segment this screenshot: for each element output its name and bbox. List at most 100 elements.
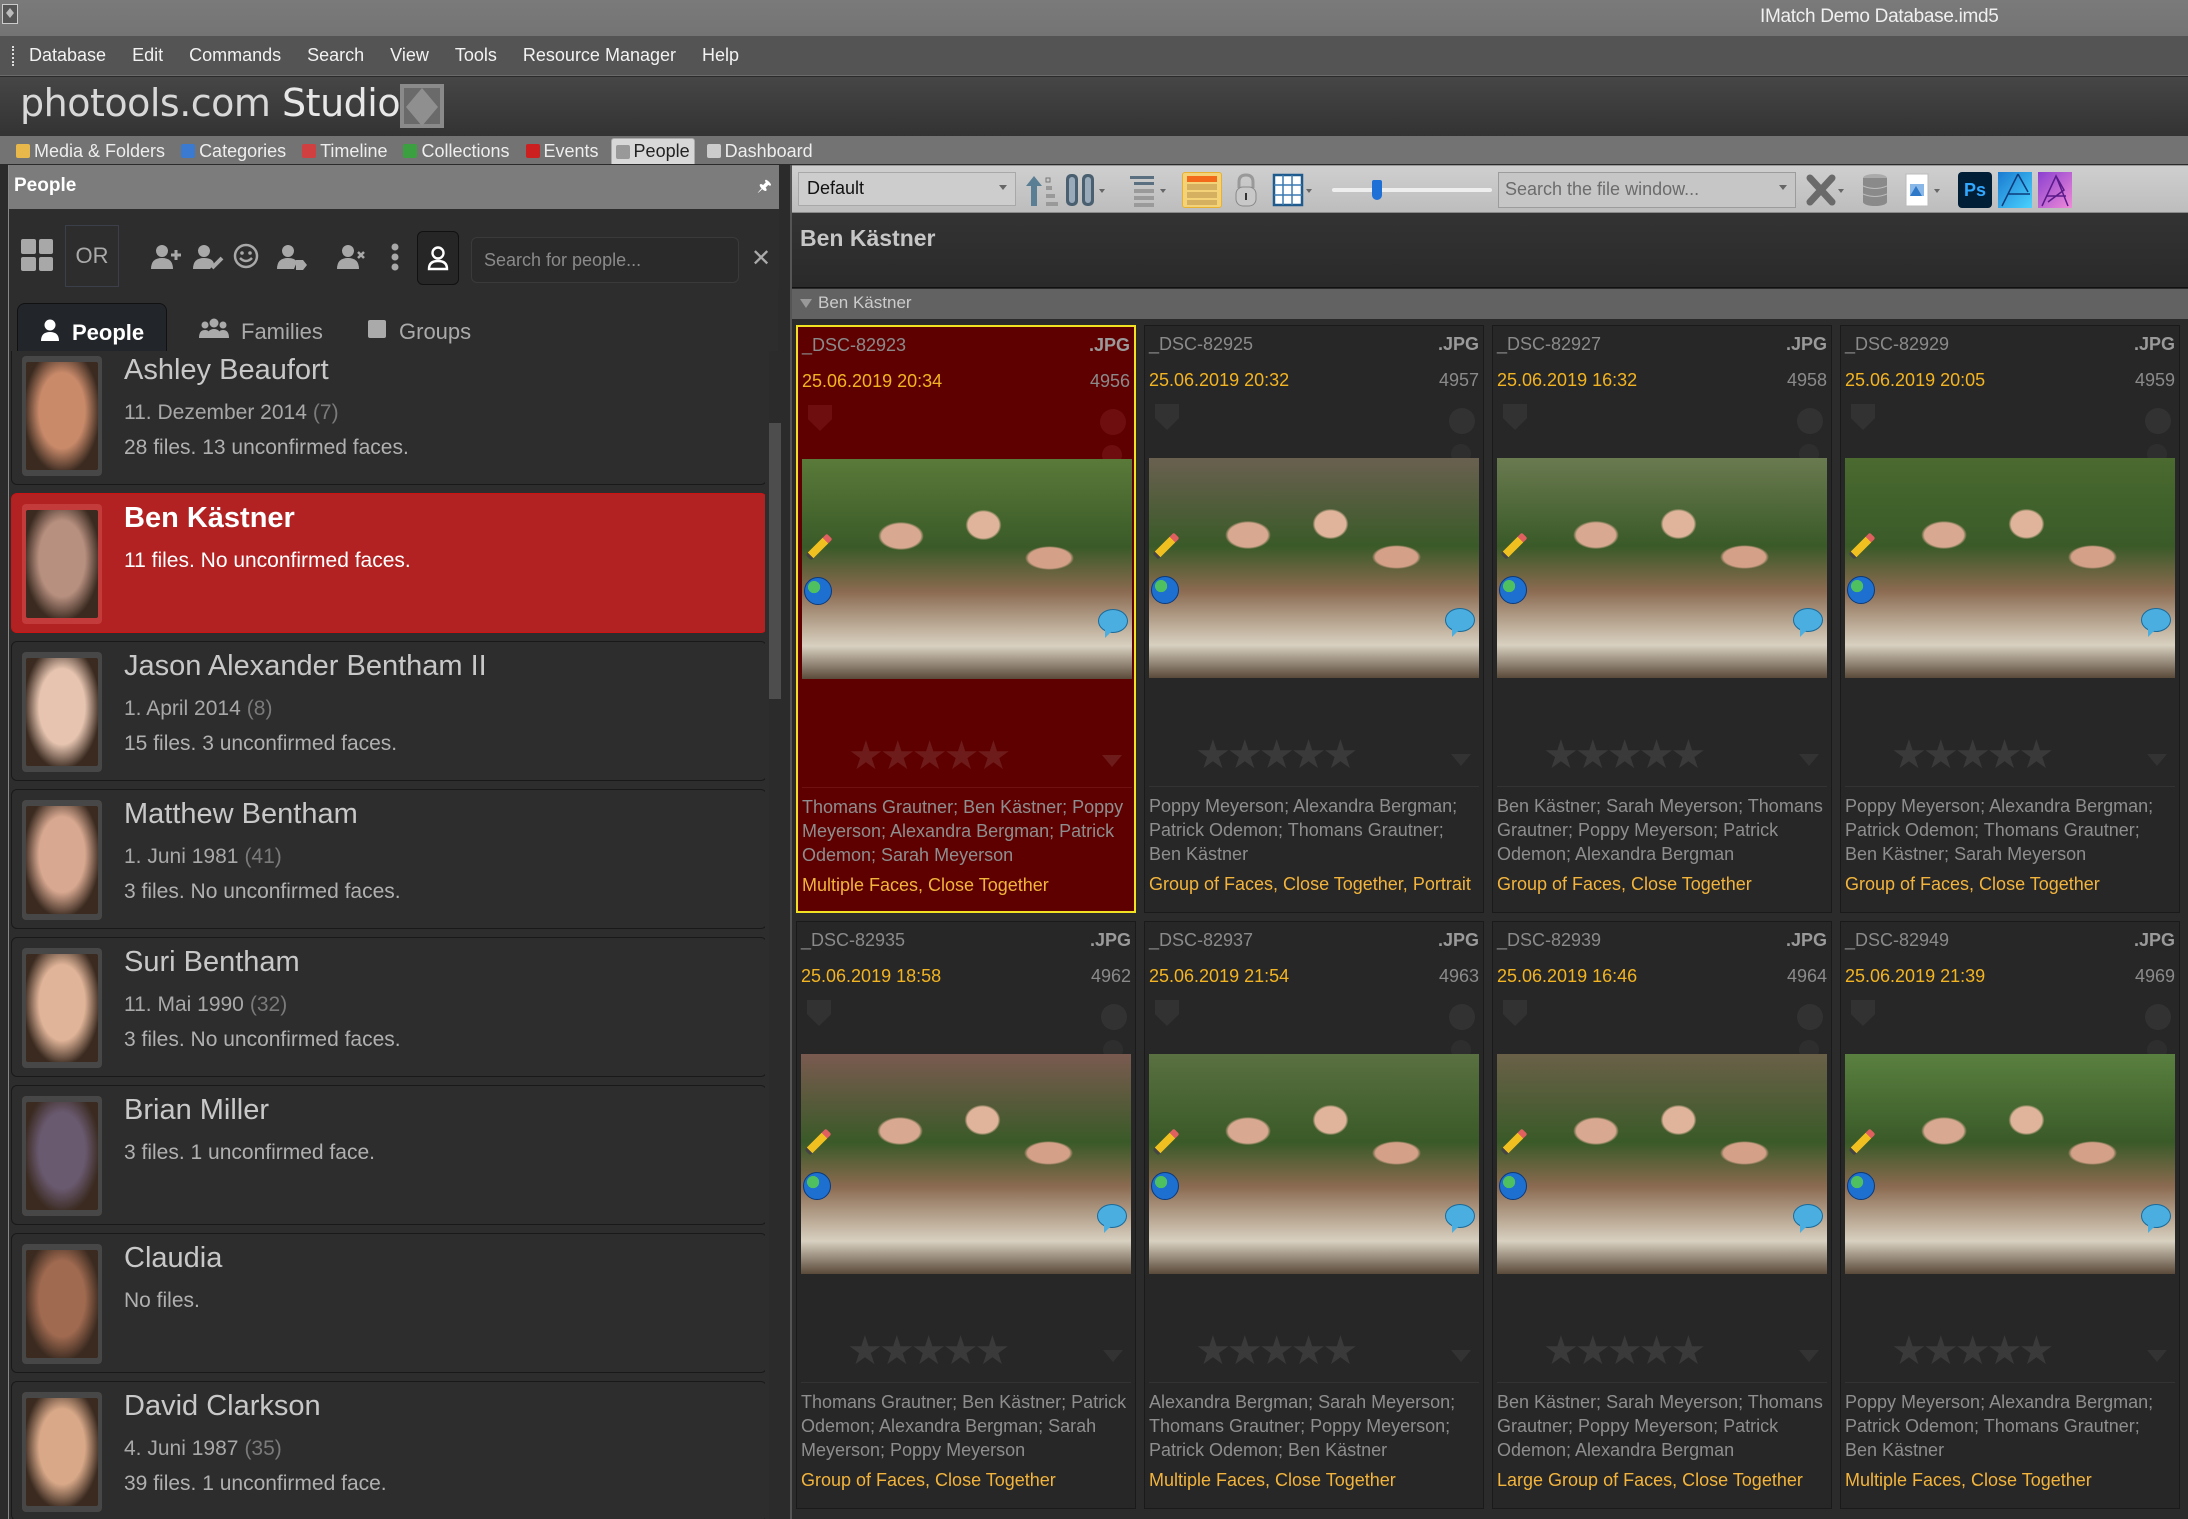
star-rating[interactable]: ★★★★★ — [1195, 1328, 1358, 1374]
file-thumbnail-cell[interactable]: _DSC-82949 .JPG 25.06.2019 21:39 4969 ★★★★★ P… — [1840, 921, 2180, 1509]
protection-shield-icon[interactable] — [1851, 1000, 1875, 1026]
globe-icon[interactable] — [1151, 1172, 1179, 1200]
info-icon[interactable] — [1797, 408, 1823, 434]
file-thumbnail-cell[interactable]: _DSC-82929 .JPG 25.06.2019 20:05 4959 ★★★★★ P… — [1840, 325, 2180, 913]
remove-person-icon[interactable] — [335, 243, 369, 271]
rating-dropdown-icon[interactable] — [2147, 1350, 2167, 1362]
person-card[interactable]: Ashley Beaufort 11. Dezember 2014 (7) 28 fi… — [11, 351, 765, 485]
pin-icon[interactable]: 🖈 — [757, 175, 772, 195]
globe-icon[interactable] — [804, 577, 832, 605]
scrollbar-thumb[interactable] — [769, 423, 781, 699]
add-person-icon[interactable] — [149, 243, 183, 271]
people-list-scrollbar[interactable] — [769, 351, 781, 1519]
list-layout-icon[interactable] — [1128, 172, 1170, 208]
photo-thumbnail[interactable] — [1149, 458, 1479, 678]
menu-resource-manager[interactable]: Resource Manager — [523, 45, 676, 66]
app-icon[interactable] — [2, 4, 18, 24]
file-thumbnail-cell[interactable]: _DSC-82923 .JPG 25.06.2019 20:34 4956 ★★★★★ T… — [796, 325, 1136, 913]
affinity-designer-icon[interactable] — [1998, 172, 2032, 208]
rating-dropdown-icon[interactable] — [1799, 1350, 1819, 1362]
photo-thumbnail[interactable] — [1497, 1054, 1827, 1274]
thumbnail-size-slider[interactable] — [1332, 180, 1492, 200]
file-thumbnail-cell[interactable]: _DSC-82937 .JPG 25.06.2019 21:54 4963 ★★★★★ A… — [1144, 921, 1484, 1509]
file-thumbnail-cell[interactable]: _DSC-82927 .JPG 25.06.2019 16:32 4958 ★★★★★ B… — [1492, 325, 1832, 913]
protection-shield-icon[interactable] — [807, 1000, 831, 1026]
people-search-input[interactable]: Search for people... — [471, 237, 739, 283]
protection-shield-icon[interactable] — [808, 405, 832, 431]
comment-icon[interactable] — [1793, 1204, 1823, 1228]
star-rating[interactable]: ★★★★★ — [1891, 732, 2054, 778]
person-filter-toggle[interactable] — [417, 231, 459, 285]
toolbar-grip-icon[interactable] — [12, 45, 15, 66]
star-rating[interactable]: ★★★★★ — [1195, 732, 1358, 778]
image-file-icon[interactable] — [1902, 172, 1946, 208]
star-rating[interactable]: ★★★★★ — [848, 733, 1011, 779]
photo-thumbnail[interactable] — [1845, 1054, 2175, 1274]
info-icon[interactable] — [2145, 408, 2171, 434]
info-icon[interactable] — [1449, 408, 1475, 434]
lock-icon[interactable] — [1232, 172, 1260, 208]
comment-icon[interactable] — [1445, 1204, 1475, 1228]
globe-icon[interactable] — [1499, 1172, 1527, 1200]
tab-media-folders[interactable]: Media & Folders — [12, 138, 169, 164]
photo-thumbnail[interactable] — [1497, 458, 1827, 678]
more-options-icon[interactable] — [389, 241, 401, 273]
comment-icon[interactable] — [1098, 609, 1128, 633]
star-rating[interactable]: ★★★★★ — [1543, 732, 1706, 778]
photo-thumbnail[interactable] — [802, 459, 1132, 679]
slider-handle[interactable] — [1372, 180, 1382, 200]
tab-events[interactable]: Events — [522, 138, 603, 164]
globe-icon[interactable] — [1151, 576, 1179, 604]
photo-thumbnail[interactable] — [1149, 1054, 1479, 1274]
globe-icon[interactable] — [1847, 1172, 1875, 1200]
menu-commands[interactable]: Commands — [189, 45, 281, 66]
star-rating[interactable]: ★★★★★ — [1891, 1328, 2054, 1374]
menu-help[interactable]: Help — [702, 45, 739, 66]
protection-shield-icon[interactable] — [1155, 404, 1179, 430]
person-card[interactable]: Ben Kästner 11 files. No unconfirmed face… — [11, 493, 765, 633]
tab-collections[interactable]: Collections — [399, 138, 513, 164]
tab-dashboard[interactable]: Dashboard — [703, 138, 817, 164]
comment-icon[interactable] — [2141, 1204, 2171, 1228]
clear-filter-icon[interactable] — [1804, 172, 1850, 208]
person-card[interactable]: Brian Miller 3 files. 1 unconfirmed face. — [11, 1085, 765, 1225]
protection-shield-icon[interactable] — [1851, 404, 1875, 430]
file-search-input[interactable]: Search the file window... — [1498, 172, 1796, 208]
affinity-photo-icon[interactable] — [2038, 172, 2072, 208]
info-icon[interactable] — [2145, 1004, 2171, 1030]
database-icon[interactable] — [1860, 172, 1890, 208]
menu-view[interactable]: View — [390, 45, 429, 66]
person-card[interactable]: David Clarkson 4. Juni 1987 (35) 39 files. … — [11, 1381, 765, 1519]
clear-search-icon[interactable]: ✕ — [751, 247, 771, 271]
tab-timeline[interactable]: Timeline — [298, 138, 391, 164]
rating-dropdown-icon[interactable] — [1102, 755, 1122, 767]
star-rating[interactable]: ★★★★★ — [1543, 1328, 1706, 1374]
photo-thumbnail[interactable] — [801, 1054, 1131, 1274]
tab-people[interactable]: People — [610, 138, 695, 164]
info-icon[interactable] — [1797, 1004, 1823, 1030]
menu-search[interactable]: Search — [307, 45, 364, 66]
info-panel-icon[interactable] — [1182, 172, 1222, 208]
star-rating[interactable]: ★★★★★ — [847, 1328, 1010, 1374]
protection-shield-icon[interactable] — [1503, 404, 1527, 430]
edit-person-icon[interactable] — [191, 243, 225, 271]
rating-dropdown-icon[interactable] — [1451, 754, 1471, 766]
rating-dropdown-icon[interactable] — [1103, 1350, 1123, 1362]
rating-dropdown-icon[interactable] — [1451, 1350, 1471, 1362]
columns-icon[interactable] — [1064, 172, 1108, 208]
comment-icon[interactable] — [1445, 608, 1475, 632]
globe-icon[interactable] — [803, 1172, 831, 1200]
menu-tools[interactable]: Tools — [455, 45, 497, 66]
or-toggle-button[interactable]: OR — [65, 225, 119, 287]
person-card[interactable]: Claudia No files. — [11, 1233, 765, 1373]
group-header[interactable]: Ben Kästner — [792, 289, 2188, 319]
info-icon[interactable] — [1100, 409, 1126, 435]
tag-person-icon[interactable] — [275, 243, 309, 271]
comment-icon[interactable] — [1097, 1204, 1127, 1228]
photo-thumbnail[interactable] — [1845, 458, 2175, 678]
file-thumbnail-cell[interactable]: _DSC-82939 .JPG 25.06.2019 16:46 4964 ★★★★★ B… — [1492, 921, 1832, 1509]
globe-icon[interactable] — [1847, 576, 1875, 604]
collapse-caret-icon[interactable] — [800, 299, 812, 308]
thumbnail-grid-icon[interactable] — [1272, 172, 1316, 208]
file-thumbnail-cell[interactable]: _DSC-82935 .JPG 25.06.2019 18:58 4962 ★★★★★ T… — [796, 921, 1136, 1509]
